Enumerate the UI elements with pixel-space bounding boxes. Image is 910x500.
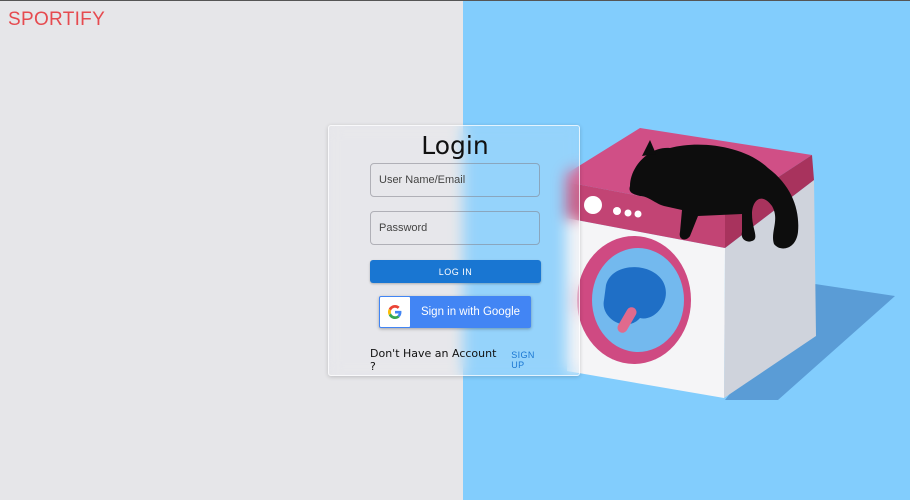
login-card: Login LOG IN Sign in with Google Don't H…: [328, 125, 580, 376]
username-email-field[interactable]: [370, 163, 540, 197]
password-field[interactable]: [370, 211, 540, 245]
login-button[interactable]: LOG IN: [370, 260, 541, 283]
login-title: Login: [421, 131, 489, 160]
signup-row: Don't Have an Account ? SIGN UP: [370, 347, 550, 373]
machine-button: [624, 209, 632, 217]
google-sign-in-button[interactable]: Sign in with Google: [379, 296, 531, 328]
google-icon: [380, 297, 410, 327]
google-button-label: Sign in with Google: [420, 306, 521, 318]
signup-prompt: Don't Have an Account ?: [370, 347, 497, 373]
signup-link[interactable]: SIGN UP: [511, 350, 550, 370]
machine-button-large: [584, 196, 602, 214]
machine-button: [634, 210, 642, 218]
machine-button: [613, 207, 621, 215]
